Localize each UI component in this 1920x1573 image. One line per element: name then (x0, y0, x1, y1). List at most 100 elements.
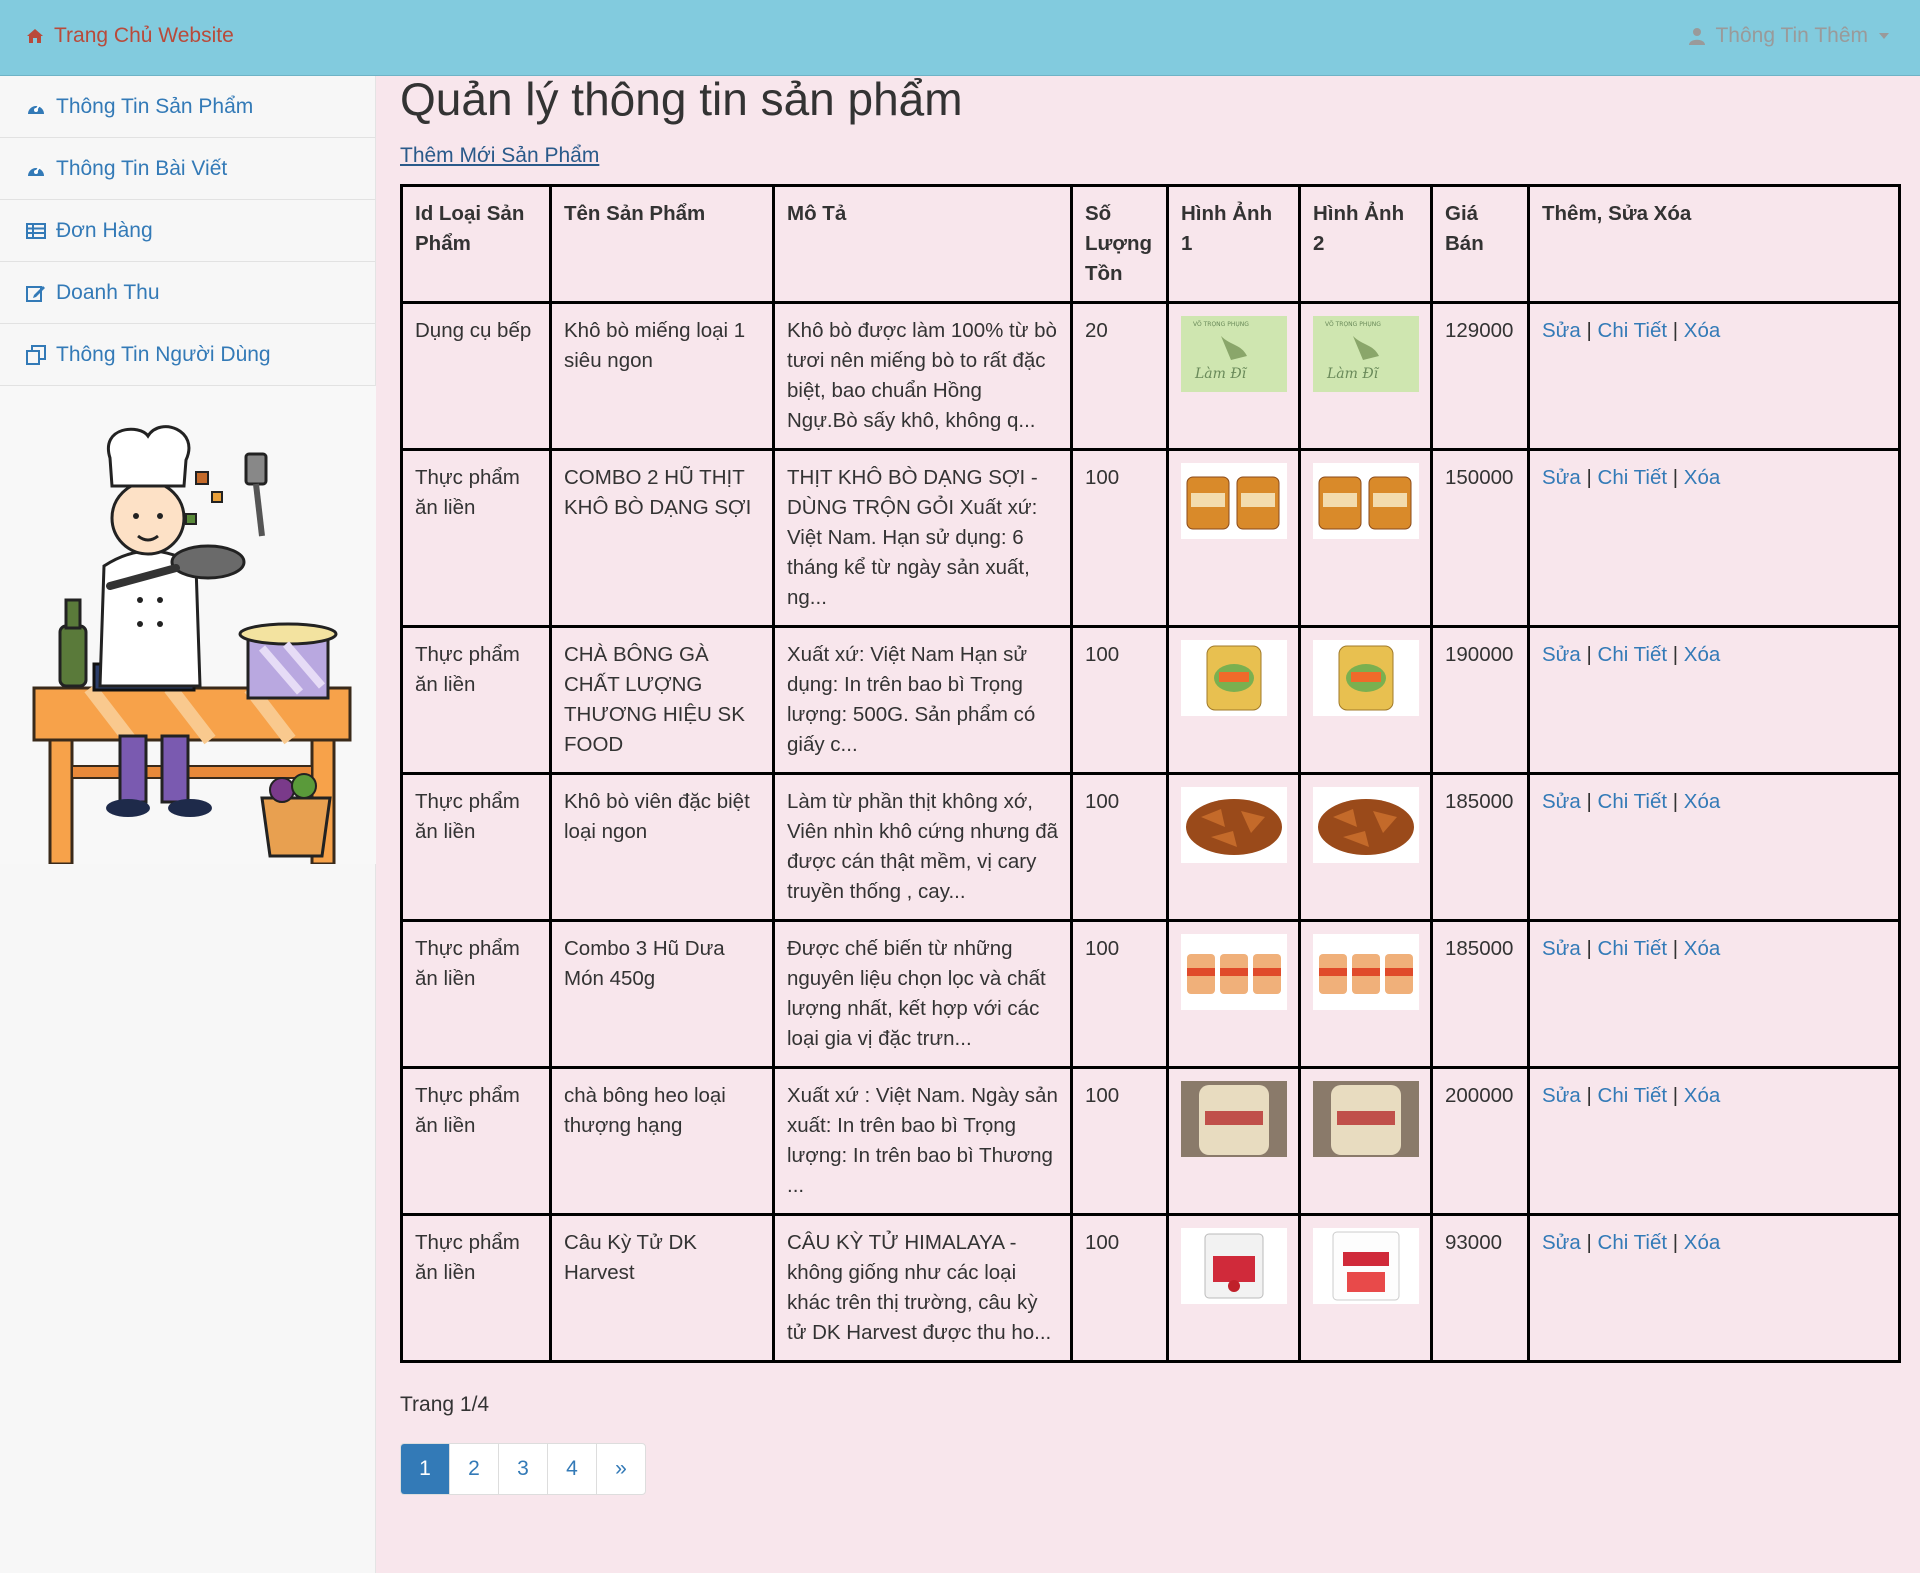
product-image-2 (1313, 1228, 1419, 1304)
brand-label: Trang Chủ Website (54, 24, 234, 47)
table-row: Thực phẩm ăn liền chà bông heo loại thượ… (400, 1066, 1901, 1216)
column-header: Hình Ảnh 2 (1298, 184, 1433, 304)
delete-link[interactable]: Xóa (1684, 1084, 1720, 1107)
pagination-page-4[interactable]: 4 (548, 1444, 597, 1494)
separator: | (1586, 643, 1592, 666)
sidebar-item-label: Doanh Thu (56, 280, 160, 304)
actions-cell: Sửa | Chi Tiết | Xóa (1527, 772, 1901, 922)
name-cell: chà bông heo loại thượng hạng (549, 1066, 775, 1216)
separator: | (1672, 643, 1679, 666)
sidebar-item-revenue[interactable]: Doanh Thu (0, 262, 375, 324)
separator: | (1672, 790, 1679, 813)
delete-link[interactable]: Xóa (1684, 319, 1720, 342)
dashboard-icon (28, 102, 44, 114)
price-cell: 129000 (1430, 301, 1530, 451)
sidebar-item-products[interactable]: Thông Tin Sản Phẩm (0, 76, 375, 138)
edit-link[interactable]: Sửa (1542, 790, 1581, 813)
sidebar-item-orders[interactable]: Đơn Hàng (0, 200, 375, 262)
detail-link[interactable]: Chi Tiết (1598, 1084, 1668, 1107)
stock-cell: 20 (1070, 301, 1169, 451)
stock-cell: 100 (1070, 448, 1169, 628)
table-row: Thực phẩm ăn liền Câu Kỳ Tử DK Harvest C… (400, 1213, 1901, 1363)
description-cell: THỊT KHÔ BÒ DẠNG SỢI - DÙNG TRỘN GỎI Xuấ… (772, 448, 1073, 628)
home-icon (27, 29, 43, 43)
stock-cell: 100 (1070, 625, 1169, 775)
category-cell: Thực phẩm ăn liền (400, 1213, 552, 1363)
add-product-link[interactable]: Thêm Mới Sản Phẩm (400, 144, 1898, 168)
category-cell: Thực phẩm ăn liền (400, 772, 552, 922)
image2-cell (1298, 625, 1433, 775)
sidebar-item-label: Đơn Hàng (56, 218, 153, 242)
delete-link[interactable]: Xóa (1684, 466, 1720, 489)
name-cell: Khô bò viên đặc biệt loại ngon (549, 772, 775, 922)
delete-link[interactable]: Xóa (1684, 1231, 1720, 1254)
image1-cell (1166, 625, 1301, 775)
stock-cell: 100 (1070, 1066, 1169, 1216)
sidebar-item-posts[interactable]: Thông Tin Bài Viết (0, 138, 375, 200)
name-cell: Combo 3 Hũ Dưa Món 450g (549, 919, 775, 1069)
edit-link[interactable]: Sửa (1542, 643, 1581, 666)
stock-cell: 100 (1070, 919, 1169, 1069)
image2-cell: VÕ TRỌNG PHỤNG Làm Đĩ (1298, 301, 1433, 451)
edit-link[interactable]: Sửa (1542, 1084, 1581, 1107)
product-image-2 (1313, 463, 1419, 539)
separator: | (1586, 1231, 1592, 1254)
home-link[interactable]: Trang Chủ Website (26, 24, 234, 48)
delete-link[interactable]: Xóa (1684, 790, 1720, 813)
page-title: Quản lý thông tin sản phẩm (400, 73, 963, 125)
user-menu-dropdown[interactable]: Thông Tin Thêm (1689, 24, 1890, 48)
svg-text:Làm Đĩ: Làm Đĩ (1194, 366, 1248, 382)
separator: | (1586, 1084, 1592, 1107)
product-image-2 (1313, 787, 1419, 863)
page-info: Trang 1/4 (400, 1393, 490, 1416)
detail-link[interactable]: Chi Tiết (1598, 790, 1668, 813)
description-cell: Được chế biến từ những nguyên liệu chọn … (772, 919, 1073, 1069)
product-image-1 (1181, 1081, 1287, 1157)
product-image-2: VÕ TRỌNG PHỤNG Làm Đĩ (1313, 316, 1419, 392)
detail-link[interactable]: Chi Tiết (1598, 319, 1668, 342)
name-cell: CHÀ BÔNG GÀ CHẤT LƯỢNG THƯƠNG HIỆU SK FO… (549, 625, 775, 775)
actions-cell: Sửa | Chi Tiết | Xóa (1527, 625, 1901, 775)
product-image-1 (1181, 640, 1287, 716)
products-table: Id Loại Sản Phẩm Tên Sản Phẩm Mô Tả Số L… (400, 184, 1901, 1363)
column-header: Tên Sản Phẩm (549, 184, 775, 304)
sidebar-item-users[interactable]: Thông Tin Người Dùng (0, 324, 375, 386)
stock-cell: 100 (1070, 1213, 1169, 1363)
detail-link[interactable]: Chi Tiết (1598, 643, 1668, 666)
price-cell: 185000 (1430, 772, 1530, 922)
image2-cell (1298, 772, 1433, 922)
category-cell: Thực phẩm ăn liền (400, 919, 552, 1069)
product-image-2 (1313, 1081, 1419, 1157)
actions-cell: Sửa | Chi Tiết | Xóa (1527, 1066, 1901, 1216)
sidebar-item-label: Thông Tin Sản Phẩm (56, 94, 254, 118)
edit-link[interactable]: Sửa (1542, 937, 1581, 960)
detail-link[interactable]: Chi Tiết (1598, 466, 1668, 489)
stock-cell: 100 (1070, 772, 1169, 922)
edit-link[interactable]: Sửa (1542, 1231, 1581, 1254)
svg-text:Làm Đĩ: Làm Đĩ (1326, 366, 1380, 382)
edit-link[interactable]: Sửa (1542, 319, 1581, 342)
product-image-1 (1181, 1228, 1287, 1304)
description-cell: CÂU KỲ TỬ HIMALAYA - không giống như các… (772, 1213, 1073, 1363)
table-row: Thực phẩm ăn liền COMBO 2 HŨ THỊT KHÔ BÒ… (400, 448, 1901, 628)
edit-link[interactable]: Sửa (1542, 466, 1581, 489)
pagination-page-3[interactable]: 3 (499, 1444, 548, 1494)
price-cell: 185000 (1430, 919, 1530, 1069)
pagination-next[interactable]: » (597, 1444, 645, 1494)
user-menu-label: Thông Tin Thêm (1715, 24, 1868, 47)
table-row: Thực phẩm ăn liền Combo 3 Hũ Dưa Món 450… (400, 919, 1901, 1069)
pagination-page-1[interactable]: 1 (401, 1444, 450, 1494)
name-cell: COMBO 2 HŨ THỊT KHÔ BÒ DẠNG SỢI (549, 448, 775, 628)
pagination: 1 2 3 4» (400, 1443, 646, 1495)
actions-cell: Sửa | Chi Tiết | Xóa (1527, 919, 1901, 1069)
description-cell: Xuất xứ : Việt Nam. Ngày sản xuất: In tr… (772, 1066, 1073, 1216)
sidebar-item-label: Thông Tin Người Dùng (56, 342, 271, 366)
pagination-page-2[interactable]: 2 (450, 1444, 499, 1494)
detail-link[interactable]: Chi Tiết (1598, 1231, 1668, 1254)
delete-link[interactable]: Xóa (1684, 643, 1720, 666)
delete-link[interactable]: Xóa (1684, 937, 1720, 960)
svg-text:VÕ TRỌNG PHỤNG: VÕ TRỌNG PHỤNG (1325, 321, 1381, 328)
detail-link[interactable]: Chi Tiết (1598, 937, 1668, 960)
price-cell: 93000 (1430, 1213, 1530, 1363)
dashboard-icon (28, 164, 44, 176)
